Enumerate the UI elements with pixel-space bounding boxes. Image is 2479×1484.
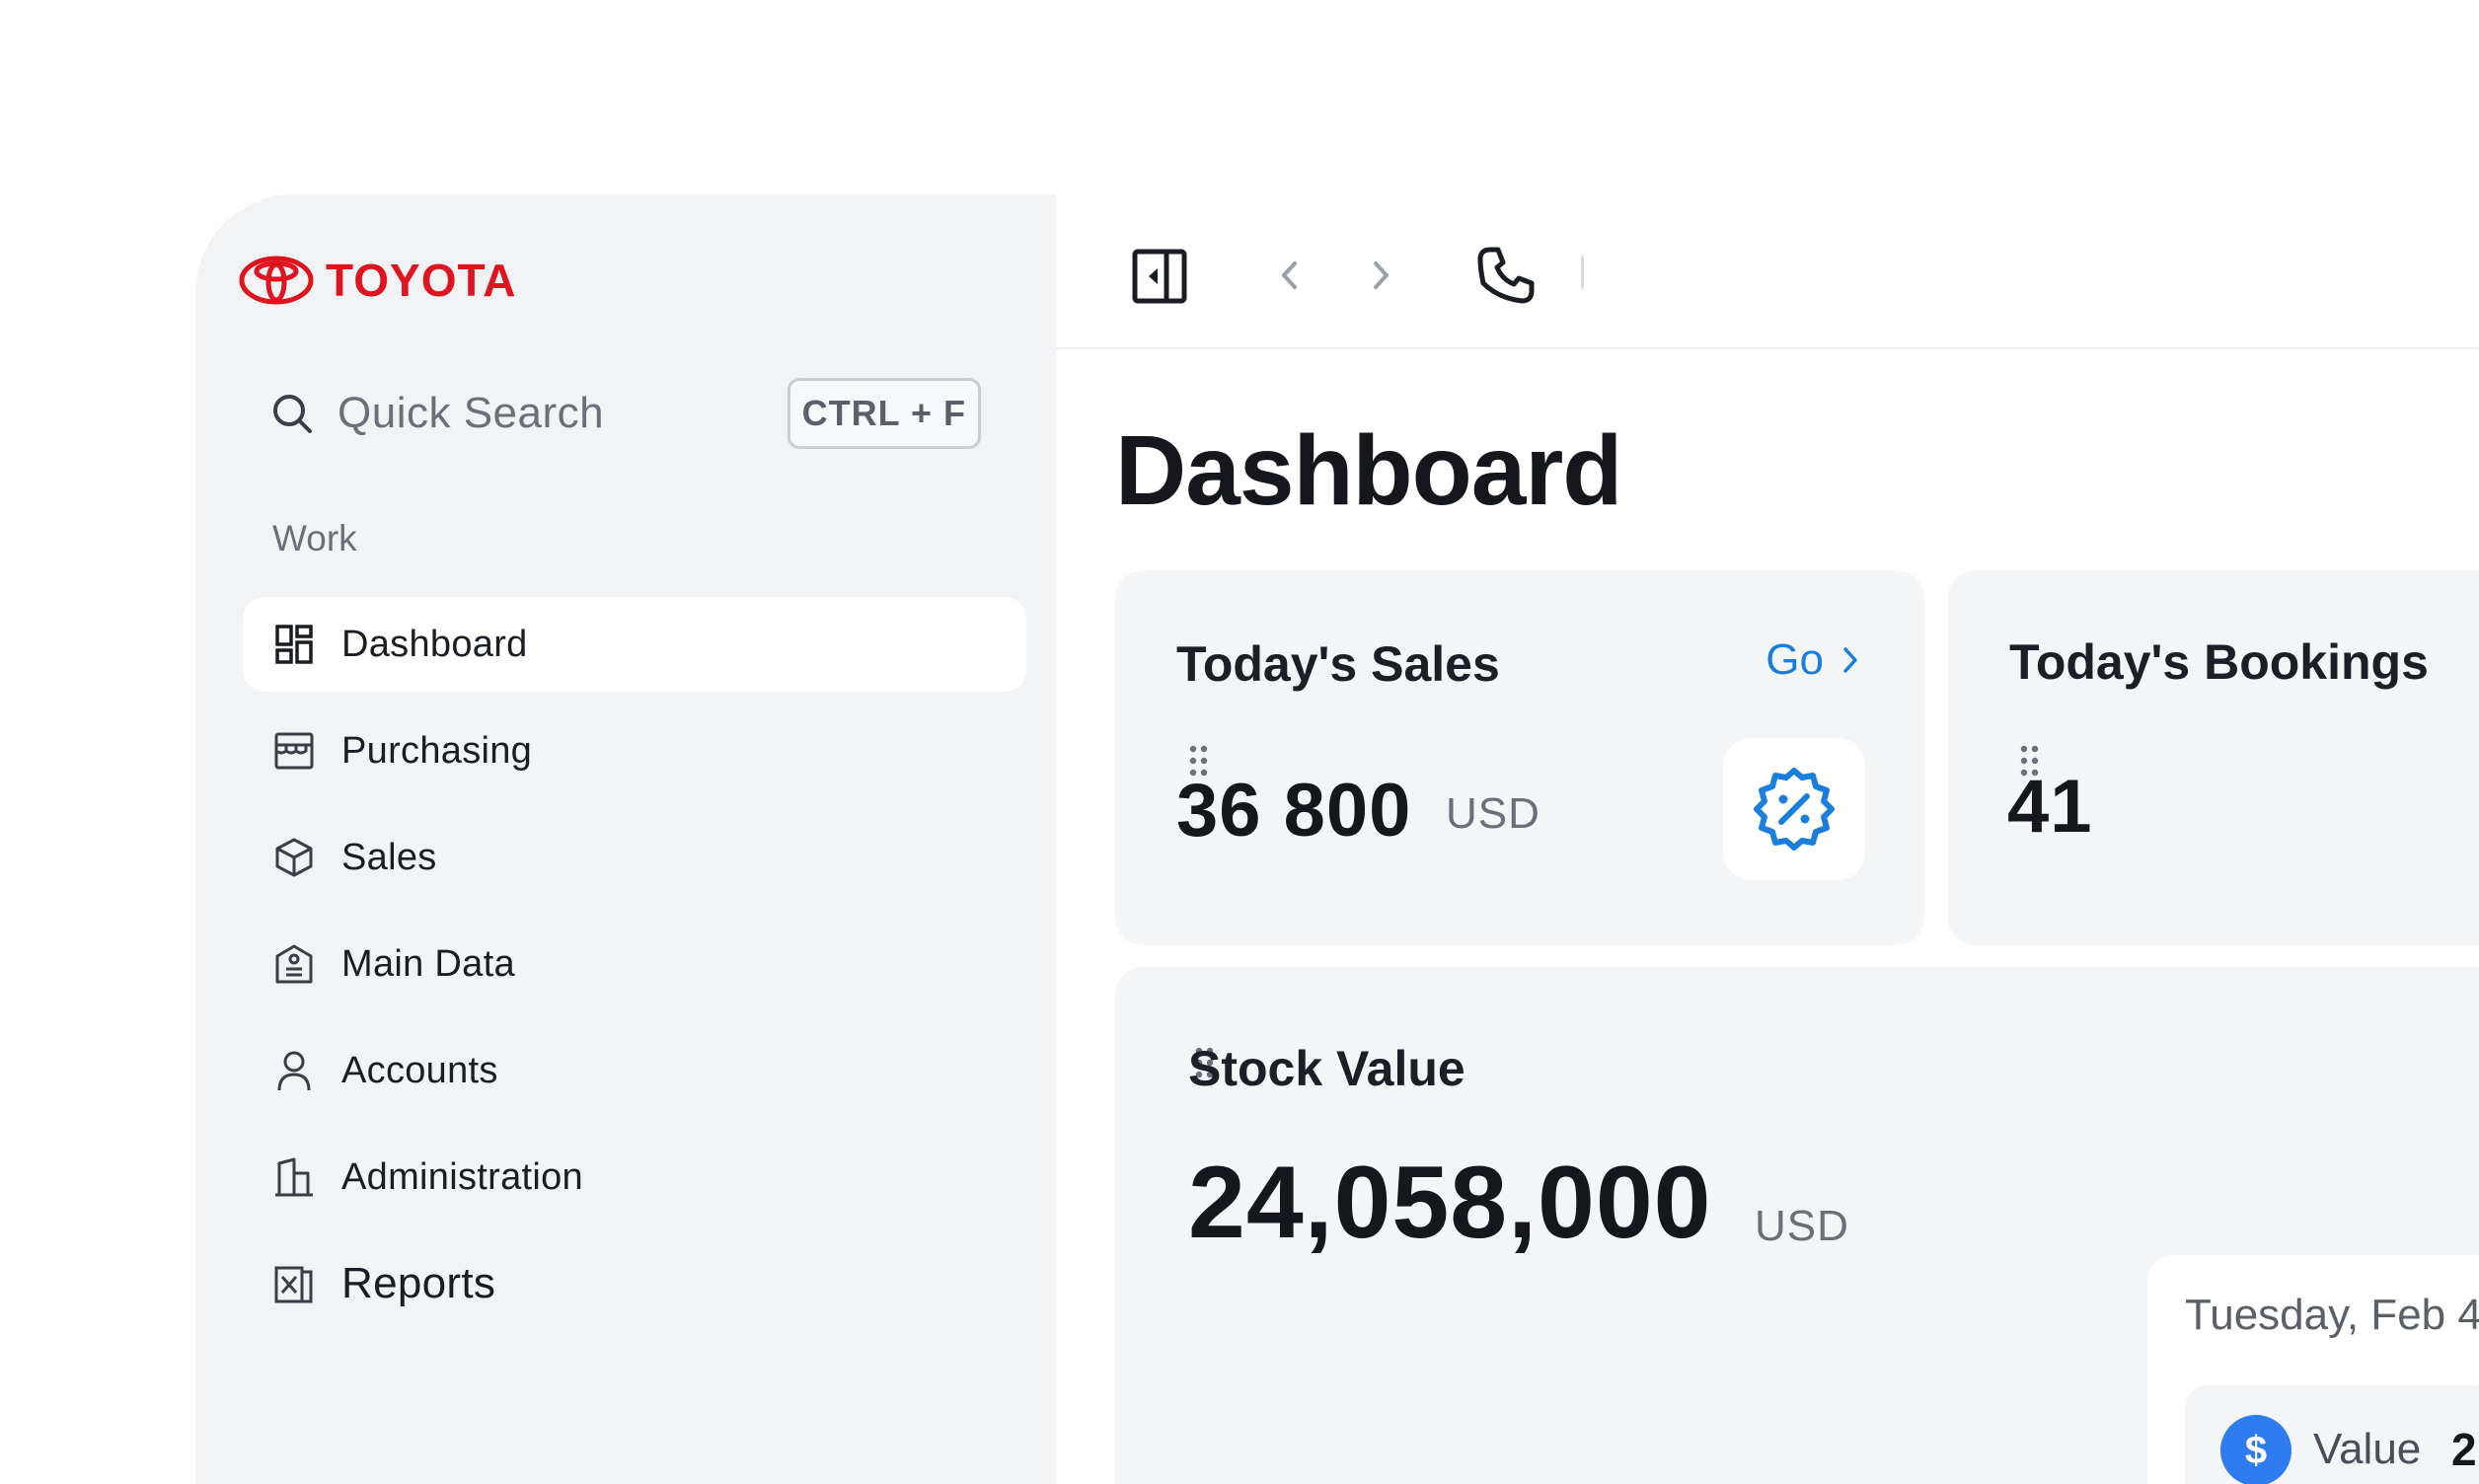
sidebar-item-sales[interactable]: Sales (243, 810, 1026, 905)
call-button[interactable] (1474, 244, 1538, 307)
sidebar-item-accounts[interactable]: Accounts (243, 1023, 1026, 1118)
building-icon (275, 1157, 313, 1197)
discount-badge-icon (1754, 768, 1835, 851)
sidebar-item-reports[interactable]: Reports (243, 1236, 1026, 1331)
section-label-work: Work (272, 518, 357, 558)
top-toolbar (1056, 194, 2479, 349)
sales-card: Today's Sales Go 36 800 USD (1115, 570, 1924, 945)
search-placeholder: Quick Search (338, 389, 605, 437)
sidebar-item-label: Accounts (341, 1049, 498, 1091)
dollar-icon: $ (2220, 1415, 2291, 1484)
bookings-value: 41 (2007, 765, 2093, 849)
summary-value-label: Value (2313, 1425, 2422, 1473)
summary-date: Tuesday, Feb 4 (2185, 1291, 2479, 1339)
stock-value: 24,058,000 (1188, 1146, 1712, 1260)
excel-file-icon (274, 1266, 313, 1303)
sidebar-item-dashboard[interactable]: Dashboard (243, 597, 1026, 692)
sidebar-nav: Dashboard Purchasing Sales Main Data Acc… (243, 597, 1026, 1343)
forward-button[interactable] (1362, 256, 1401, 295)
page-title: Dashboard (1115, 415, 1622, 526)
sidebar-item-label: Main Data (341, 942, 515, 985)
sales-card-title: Today's Sales (1176, 636, 1500, 692)
toyota-emblem-icon (239, 256, 314, 305)
summary-value-row: $ Value 2 (2185, 1385, 2479, 1484)
sidebar-item-label: Dashboard (341, 623, 528, 665)
user-icon (277, 1051, 311, 1091)
box-icon (275, 838, 313, 877)
sales-value: 36 800 (1176, 769, 1412, 853)
sales-go-link[interactable]: Go (1765, 635, 1859, 685)
search-shortcut-badge: CTRL + F (787, 378, 981, 449)
sales-unit: USD (1446, 789, 1540, 838)
sidebar-toggle-icon (1132, 249, 1187, 304)
sidebar-item-main-data[interactable]: Main Data (243, 917, 1026, 1011)
search-icon (273, 395, 312, 433)
storefront-icon (274, 732, 314, 770)
sidebar-item-label: Administration (341, 1155, 583, 1198)
brand-name: TOYOTA (326, 255, 517, 306)
chevron-right-icon (1374, 261, 1389, 289)
quick-search[interactable]: Quick Search CTRL + F (270, 378, 981, 449)
id-badge-icon (275, 944, 313, 984)
go-link-label: Go (1765, 635, 1824, 684)
sidebar-item-label: Purchasing (341, 729, 533, 772)
sidebar-item-label: Sales (341, 836, 437, 878)
chevron-right-icon (1843, 647, 1857, 673)
sidebar-toggle-button[interactable] (1131, 248, 1188, 305)
bookings-card-title: Today's Bookings (2009, 634, 2429, 690)
toolbar-divider (1581, 256, 1584, 289)
bookings-card: Today's Bookings 41 (1948, 570, 2479, 945)
sidebar-item-purchasing[interactable]: Purchasing (243, 704, 1026, 798)
chevron-left-icon (1282, 261, 1297, 289)
app-window: TOYOTA Quick Search CTRL + F Work Dashbo… (0, 0, 2479, 1484)
stock-unit: USD (1755, 1202, 1849, 1250)
sidebar: TOYOTA Quick Search CTRL + F Work Dashbo… (195, 194, 1056, 1484)
stock-card-title: Stock Value (1188, 1041, 1465, 1096)
daily-summary-card: Tuesday, Feb 4 $ Value 2 (2147, 1255, 2479, 1484)
brand-logo[interactable]: TOYOTA (239, 254, 516, 307)
summary-value: 2 (2451, 1424, 2477, 1475)
sales-badge (1723, 738, 1865, 880)
sidebar-item-label: Reports (341, 1259, 496, 1307)
phone-icon (1477, 247, 1535, 304)
dashboard-grid-icon (275, 625, 313, 664)
back-button[interactable] (1269, 256, 1309, 295)
sidebar-item-administration[interactable]: Administration (243, 1130, 1026, 1224)
